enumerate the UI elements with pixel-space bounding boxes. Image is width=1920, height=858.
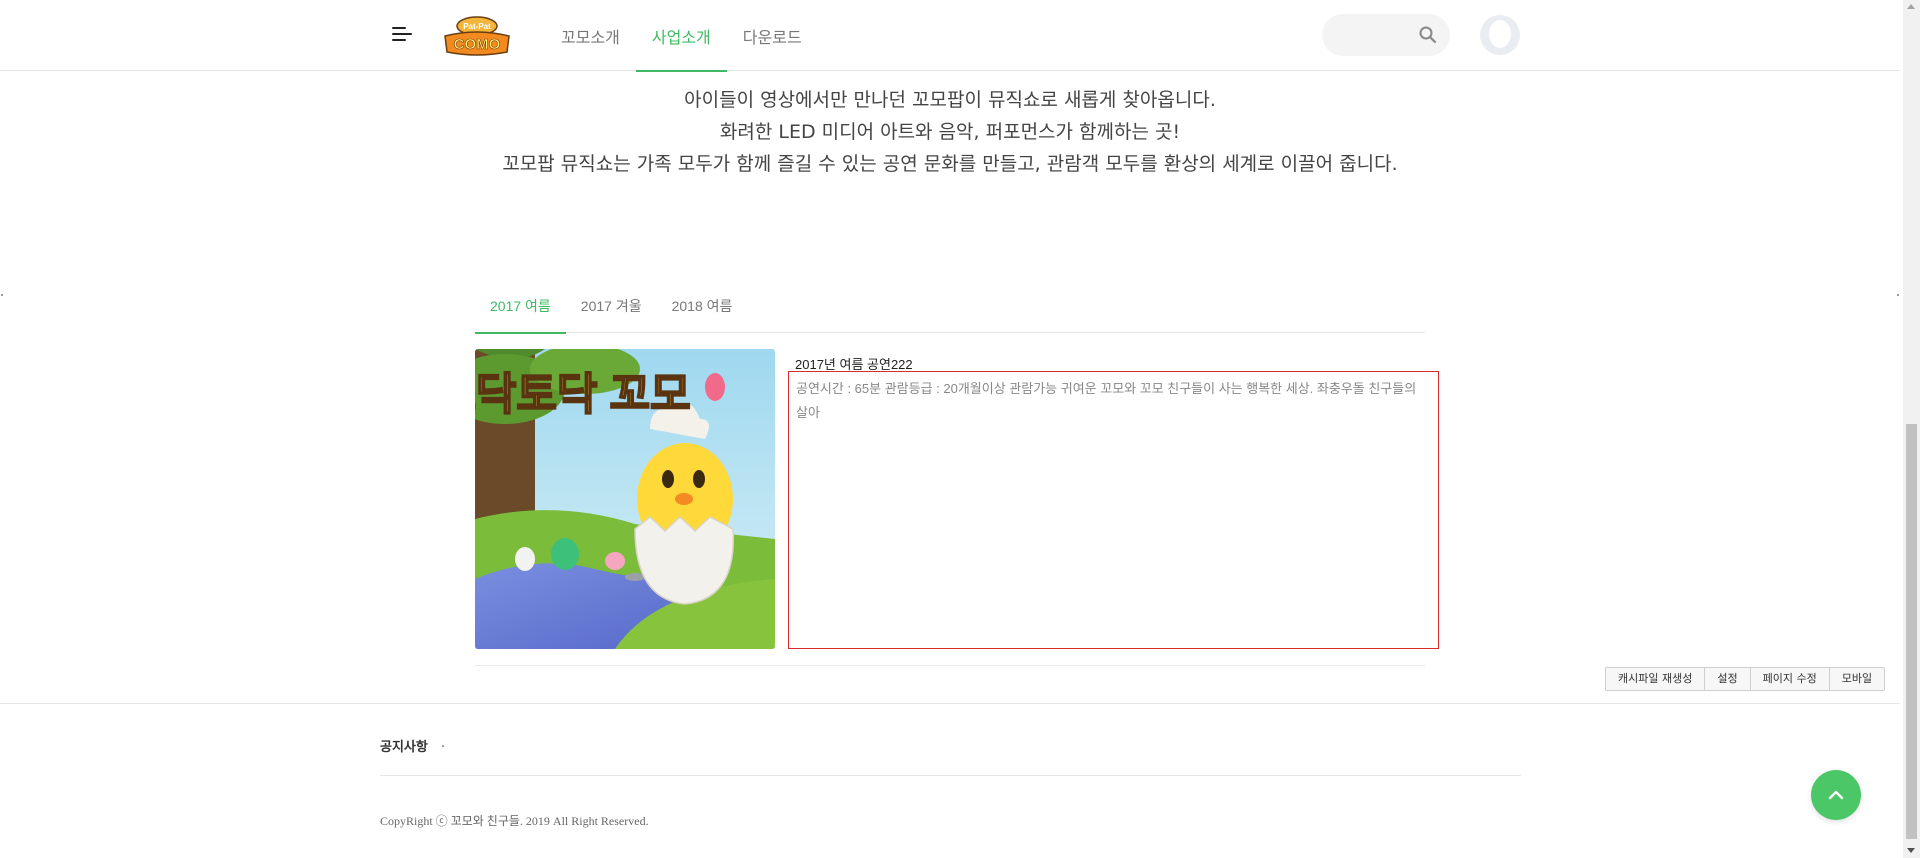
mobile-button[interactable]: 모바일 [1830,668,1884,690]
nav-item-about[interactable]: 꼬모소개 [545,0,636,71]
show-description: 공연시간 : 65분 관람등급 : 20개월이상 관람가능 귀여운 꼬모와 꼬모… [788,371,1439,649]
copyright-text: CopyRight ⓒ 꼬모와 친구들. 2019 All Right Rese… [380,814,649,828]
footer-divider [380,775,1521,776]
intro-line: 화려한 LED 미디어 아트와 음악, 퍼포먼스가 함께하는 곳! [719,121,1181,143]
season-tabs: 2017 여름 2017 겨울 2018 여름 [475,287,1425,334]
edge-marker [1897,294,1899,296]
settings-button[interactable]: 설정 [1705,668,1751,690]
main-nav: 꼬모소개 사업소개 다운로드 [545,0,818,72]
edit-page-button[interactable]: 페이지 수정 [1751,668,1830,690]
scroll-to-top-button[interactable] [1811,770,1861,820]
search-icon[interactable] [1418,25,1438,45]
svg-text:Pat-Pat: Pat-Pat [463,22,491,31]
scroll-down-arrow-icon[interactable] [1907,848,1915,853]
tab-2017-winter[interactable]: 2017 겨울 [566,287,657,333]
notice-text[interactable]: . [441,736,445,751]
regenerate-cache-button[interactable]: 캐시파일 재생성 [1606,668,1706,690]
svg-text:COMO: COMO [454,36,501,53]
content-divider [475,665,1425,666]
como-logo-icon: Pat-Pat COMO [444,16,510,56]
site-logo[interactable]: Pat-Pat COMO [442,14,512,56]
intro-line: 아이들이 영상에서만 만나던 꼬모팝이 뮤직쇼로 새롭게 찾아옵니다. [684,89,1216,111]
page-scrollbar[interactable] [1903,0,1920,858]
tab-2018-summer[interactable]: 2018 여름 [657,287,748,333]
user-avatar-icon[interactable] [1480,15,1520,55]
scroll-up-arrow-icon[interactable] [1907,4,1915,9]
scrollbar-thumb[interactable] [1906,424,1917,839]
admin-toolbar: 캐시파일 재생성 설정 페이지 수정 모바일 [1605,667,1886,691]
intro-line: 꼬모팝 뮤직쇼는 가족 모두가 함께 즐길 수 있는 공연 문화를 만들고, 관… [502,153,1398,175]
site-header: Pat-Pat COMO 꼬모소개 사업소개 다운로드 [0,0,1900,72]
business-intro: 아이들이 영상에서만 만나던 꼬모팝이 뮤직쇼로 새롭게 찾아옵니다. 화려한 … [0,84,1900,180]
search-box [1322,14,1450,56]
tab-2017-summer[interactable]: 2017 여름 [475,287,566,334]
hamburger-menu-icon[interactable] [392,25,414,43]
poster-title: 토닥토닥 꼬모 [475,370,691,419]
nav-item-business[interactable]: 사업소개 [635,0,727,72]
nav-item-download[interactable]: 다운로드 [727,0,818,71]
arrow-up-icon [1828,790,1844,800]
edge-marker [1,294,3,296]
notice-label[interactable]: 공지사항 [380,736,428,755]
show-poster-image: 토닥토닥 꼬모 [475,349,775,649]
site-footer: 공지사항 . CopyRight ⓒ 꼬모와 친구들. 2019 All Rig… [0,703,1900,858]
search-input[interactable] [1336,14,1416,56]
